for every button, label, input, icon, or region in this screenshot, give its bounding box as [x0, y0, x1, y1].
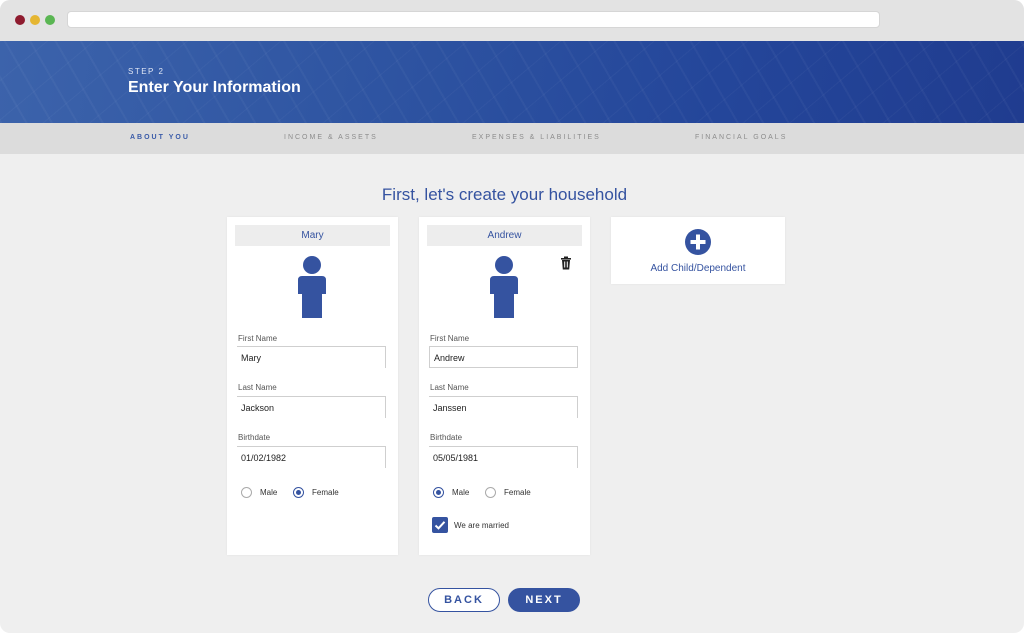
- birthdate-field[interactable]: 01/02/1982: [237, 446, 386, 468]
- female-radio-label: Female: [312, 488, 339, 497]
- tab-about-you[interactable]: ABOUT YOU: [130, 134, 190, 141]
- household-member-card: Andrew First Name Andrew Last Name Janss…: [419, 217, 590, 555]
- last-name-label: Last Name: [430, 383, 469, 392]
- page-title: Enter Your Information: [128, 79, 301, 96]
- male-radio-label: Male: [452, 488, 470, 497]
- male-radio-label: Male: [260, 488, 278, 497]
- male-radio[interactable]: [433, 487, 444, 498]
- person-icon: [490, 256, 518, 318]
- tab-expenses-liabilities[interactable]: EXPENSES & LIABILITIES: [472, 134, 601, 141]
- browser-window: STEP 2 Enter Your Information ABOUT YOU …: [0, 0, 1024, 633]
- tab-financial-goals[interactable]: FINANCIAL GOALS: [695, 134, 787, 141]
- page-header: STEP 2 Enter Your Information: [0, 41, 1024, 123]
- last-name-field[interactable]: Jackson: [237, 396, 386, 418]
- member-name-header: Mary: [235, 225, 390, 246]
- member-name-header: Andrew: [427, 225, 582, 246]
- maximize-window-button[interactable]: [45, 15, 55, 25]
- married-checkbox[interactable]: [432, 517, 448, 533]
- minimize-window-button[interactable]: [30, 15, 40, 25]
- birthdate-field[interactable]: 05/05/1981: [429, 446, 578, 468]
- checkmark-icon: [434, 521, 446, 530]
- first-name-field[interactable]: Andrew: [429, 346, 578, 368]
- close-window-button[interactable]: [15, 15, 25, 25]
- first-name-label: First Name: [238, 334, 278, 343]
- last-name-field[interactable]: Janssen: [429, 396, 578, 418]
- trash-icon[interactable]: [559, 256, 573, 270]
- household-member-card: Mary First Name Mary Last Name Jackson B…: [227, 217, 398, 555]
- next-button[interactable]: NEXT: [508, 588, 580, 612]
- birthdate-label: Birthdate: [430, 433, 463, 442]
- add-dependent-label: Add Child/Dependent: [650, 263, 746, 274]
- step-label: STEP 2: [128, 67, 165, 76]
- last-name-label: Last Name: [238, 383, 277, 392]
- progress-tabs: ABOUT YOU INCOME & ASSETS EXPENSES & LIA…: [0, 123, 1024, 154]
- female-radio-label: Female: [504, 488, 531, 497]
- add-dependent-card[interactable]: Add Child/Dependent: [611, 217, 785, 284]
- male-radio[interactable]: [241, 487, 252, 498]
- browser-chrome: [0, 0, 1024, 41]
- female-radio[interactable]: [485, 487, 496, 498]
- first-name-field[interactable]: Mary: [237, 346, 386, 368]
- address-bar[interactable]: [67, 11, 880, 28]
- birthdate-label: Birthdate: [238, 433, 271, 442]
- married-checkbox-label: We are married: [454, 521, 509, 530]
- first-name-label: First Name: [430, 334, 470, 343]
- back-button[interactable]: BACK: [428, 588, 500, 612]
- plus-circle-icon: [685, 229, 711, 255]
- tab-income-assets[interactable]: INCOME & ASSETS: [284, 134, 378, 141]
- person-icon: [298, 256, 326, 318]
- female-radio[interactable]: [293, 487, 304, 498]
- section-heading: First, let's create your household: [381, 185, 628, 204]
